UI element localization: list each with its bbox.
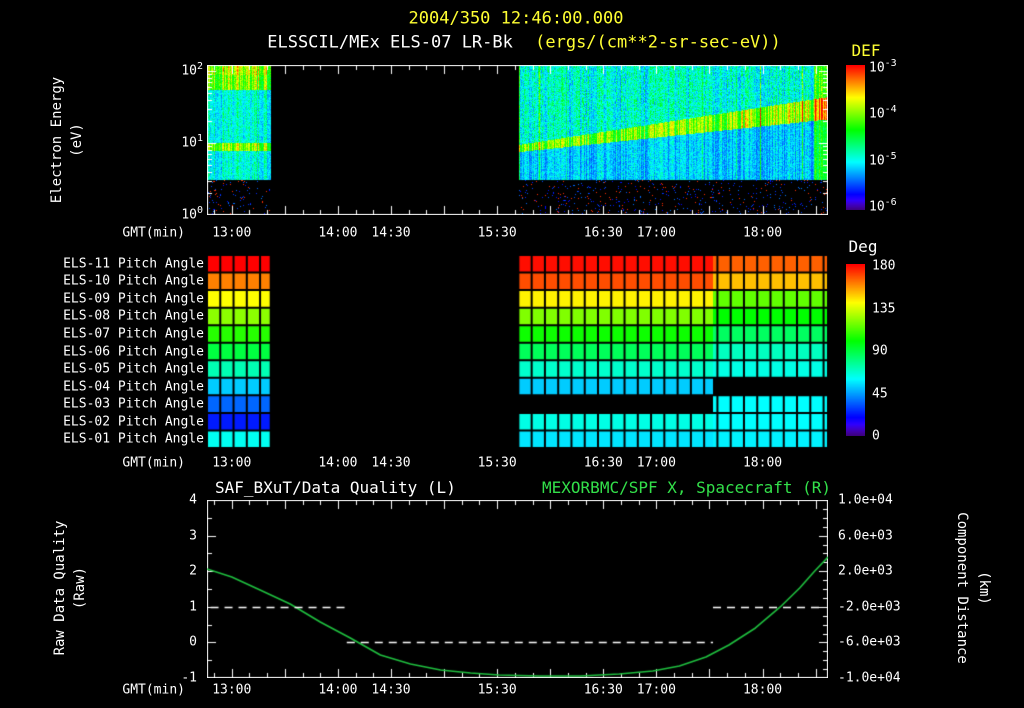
- time-tick-label-p2: 14:30: [371, 455, 411, 471]
- pitch-angle-canvas: [207, 255, 828, 448]
- quality-tick-label: 3: [189, 528, 197, 544]
- energy-spectrogram-canvas: [207, 65, 828, 215]
- plot-title-row: ELSSCIL/MEx ELS-07 LR-Bk (ergs/(cm**2-sr…: [267, 32, 781, 53]
- energy-tick-label: 102: [181, 61, 203, 79]
- plot-window: { "window": {"width": 1024, "height": 70…: [0, 0, 1024, 708]
- pitch-row-label: ELS-05 Pitch Angle: [63, 361, 204, 377]
- quality-axis-units: (Raw): [72, 566, 88, 610]
- deg-tick-label: 135: [872, 301, 896, 316]
- gmt-label-top: GMT(min): [122, 225, 185, 241]
- deg-tick-label: 45: [872, 386, 888, 401]
- gmt-label-middle: GMT(min): [122, 455, 185, 471]
- quality-tick-label: 1: [189, 599, 197, 615]
- def-colorbar-canvas: [846, 65, 865, 210]
- time-tick-label-p2: 14:00: [318, 455, 358, 471]
- distance-tick-label: 1.0e+04: [838, 492, 893, 508]
- quality-axis-title: Raw Data Quality: [52, 520, 68, 656]
- time-tick-label-p1: 17:00: [636, 225, 676, 241]
- bottom-panel-title-right: MEXORBMC/SPF X, Spacecraft (R): [542, 478, 831, 497]
- deg-tick-label: 180: [872, 258, 896, 274]
- energy-axis-title: Electron Energy: [49, 76, 65, 204]
- pitch-row-label: ELS-02 Pitch Angle: [63, 414, 204, 430]
- energy-tick-label: 101: [181, 133, 203, 151]
- time-tick-label-p1: 13:00: [212, 225, 252, 241]
- time-tick-label-p1: 15:30: [477, 225, 517, 241]
- time-tick-label-p2: 15:30: [477, 455, 517, 471]
- pitch-row-label: ELS-09 Pitch Angle: [63, 291, 204, 307]
- distance-tick-label: -6.0e+03: [838, 634, 901, 650]
- pitch-row-label: ELS-07 Pitch Angle: [63, 326, 204, 342]
- def-colorbar-title: DEF: [851, 41, 881, 60]
- distance-tick-label: 6.0e+03: [838, 528, 893, 544]
- distance-tick-label: 2.0e+03: [838, 563, 893, 579]
- energy-tick-label: 100: [181, 205, 203, 223]
- distance-axis-title: Component Distance: [954, 512, 970, 664]
- plot-title: ELSSCIL/MEx ELS-07 LR-Bk: [267, 32, 513, 53]
- pitch-row-label: ELS-06 Pitch Angle: [63, 344, 204, 359]
- plot-units: (ergs/(cm**2-sr-sec-eV)): [535, 32, 781, 53]
- time-tick-label-p2: 17:00: [636, 455, 676, 471]
- time-tick-label-p3: 14:00: [318, 682, 358, 698]
- def-tick-label: 10-6: [869, 197, 897, 215]
- pitch-row-label: ELS-04 Pitch Angle: [63, 379, 204, 395]
- gmt-label-bottom: GMT(min): [122, 682, 185, 698]
- time-tick-label-p3: 17:00: [636, 682, 676, 698]
- time-tick-label-p2: 13:00: [212, 455, 252, 471]
- bottom-panel-title-left: SAF_BXuT/Data Quality (L): [215, 478, 456, 497]
- time-tick-label-p1: 14:00: [318, 225, 358, 241]
- quality-tick-label: 0: [189, 634, 197, 650]
- distance-axis-units: (km): [976, 571, 992, 605]
- time-tick-label-p2: 18:00: [742, 455, 783, 471]
- time-tick-label-p3: 18:00: [742, 682, 783, 698]
- time-tick-label-p3: 16:30: [583, 682, 623, 698]
- pitch-row-label: ELS-01 Pitch Angle: [63, 431, 204, 447]
- time-tick-label-p3: 13:00: [212, 682, 252, 698]
- pitch-row-label: ELS-11 Pitch Angle: [63, 256, 204, 272]
- quality-tick-label: 4: [189, 492, 197, 508]
- deg-tick-label: 0: [872, 428, 880, 444]
- quality-distance-canvas: [207, 500, 828, 678]
- plot-datetime: 2004/350 12:46:00.000: [408, 8, 624, 29]
- deg-colorbar-title: Deg: [848, 237, 878, 256]
- pitch-row-label: ELS-03 Pitch Angle: [63, 396, 204, 412]
- time-tick-label-p3: 15:30: [477, 682, 517, 698]
- deg-tick-label: 90: [872, 343, 888, 359]
- def-tick-label: 10-4: [869, 104, 897, 122]
- time-tick-label-p1: 16:30: [583, 225, 623, 241]
- time-tick-label-p1: 14:30: [371, 225, 411, 241]
- distance-tick-label: -2.0e+03: [838, 599, 901, 615]
- quality-tick-label: -1: [181, 670, 197, 686]
- pitch-row-label: ELS-08 Pitch Angle: [63, 308, 204, 324]
- pitch-row-label: ELS-10 Pitch Angle: [63, 273, 204, 289]
- time-tick-label-p3: 14:30: [371, 682, 411, 698]
- quality-tick-label: 2: [189, 563, 197, 579]
- def-tick-label: 10-3: [869, 58, 897, 76]
- time-tick-label-p1: 18:00: [742, 225, 783, 241]
- energy-axis-units: (eV): [69, 123, 85, 157]
- distance-tick-label: -1.0e+04: [838, 670, 901, 686]
- deg-colorbar-canvas: [846, 264, 865, 436]
- time-tick-label-p2: 16:30: [583, 455, 623, 471]
- def-tick-label: 10-5: [869, 150, 897, 169]
